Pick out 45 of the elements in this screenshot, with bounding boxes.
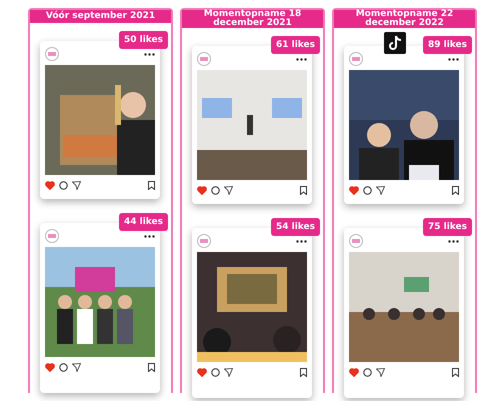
bookmark-icon[interactable] [300,368,307,376]
heart-icon[interactable] [45,362,55,372]
avatar-icon [197,234,211,248]
likes-count: 44 likes [118,213,168,231]
comment-icon[interactable] [211,368,220,376]
comment-icon[interactable] [211,186,220,194]
more-icon[interactable] [296,58,307,60]
column-title: Momentopname 22 december 2022 [334,10,475,28]
send-icon[interactable] [72,180,81,190]
more-icon[interactable] [144,52,155,56]
send-icon[interactable] [224,368,233,376]
comment-icon[interactable] [363,186,372,194]
send-icon[interactable] [224,186,233,194]
bookmark-icon[interactable] [452,186,459,194]
send-icon[interactable] [72,362,81,372]
more-icon[interactable] [144,234,155,238]
column-title: Vóór september 2021 [30,10,171,23]
send-icon[interactable] [376,368,385,376]
bookmark-icon[interactable] [300,186,307,194]
more-icon[interactable] [448,240,459,242]
likes-count: 61 likes [270,36,320,54]
comment-icon[interactable] [363,368,372,376]
avatar-icon [197,52,211,66]
avatar-icon [45,229,59,243]
bookmark-icon[interactable] [148,362,155,372]
heart-icon[interactable] [197,368,207,376]
likes-count: 50 likes [118,31,168,49]
more-icon[interactable] [296,240,307,242]
bookmark-icon[interactable] [452,368,459,376]
heart-icon[interactable] [349,186,359,194]
heart-icon[interactable] [45,180,55,190]
avatar-icon [349,52,363,66]
heart-icon[interactable] [197,186,207,194]
comment-icon[interactable] [59,180,68,190]
column-title: Momentopname 18 december 2021 [182,10,323,28]
comment-icon[interactable] [59,362,68,372]
send-icon[interactable] [376,186,385,194]
avatar-icon [45,47,59,61]
bookmark-icon[interactable] [148,180,155,190]
heart-icon[interactable] [349,368,359,376]
avatar-icon [349,234,363,248]
likes-count: 89 likes [422,36,472,54]
likes-count: 54 likes [270,218,320,236]
more-icon[interactable] [448,58,459,60]
likes-count: 75 likes [422,218,472,236]
